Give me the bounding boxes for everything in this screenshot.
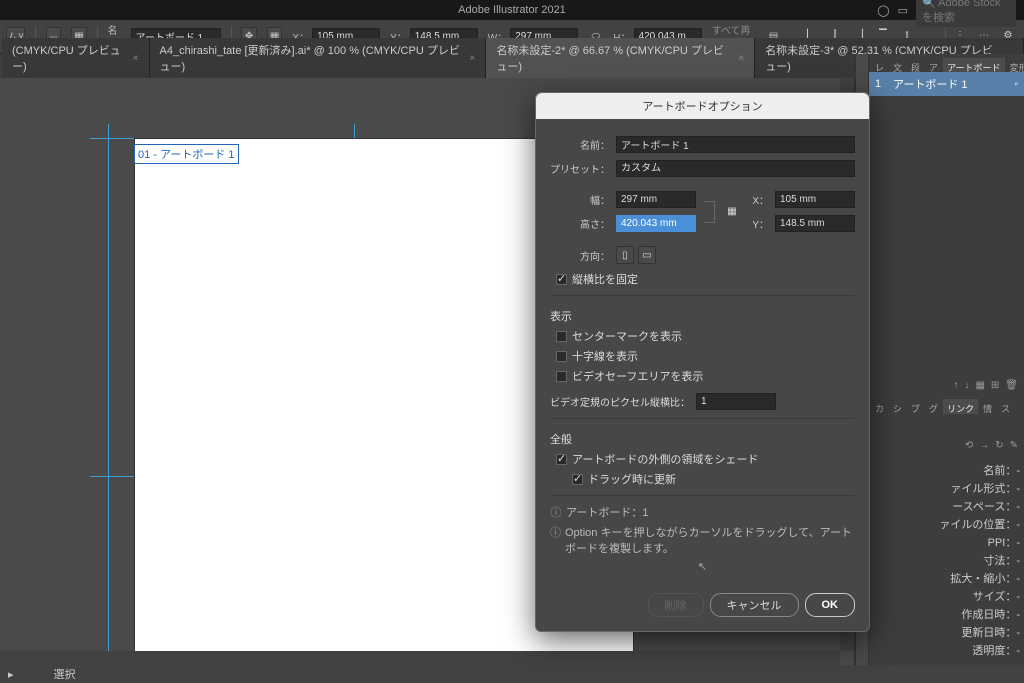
- move-up-icon[interactable]: ↑: [953, 380, 958, 391]
- doc-tab-2[interactable]: 名称未設定-2* @ 66.67 % (CMYK/CPU プレビュー)×: [486, 38, 755, 78]
- video-safe-checkbox[interactable]: [556, 371, 567, 382]
- y-input[interactable]: [775, 215, 855, 232]
- panel-tab-char[interactable]: 文: [889, 58, 906, 72]
- move-down-icon[interactable]: ↓: [964, 380, 969, 391]
- reference-grid-icon[interactable]: ▦: [723, 202, 741, 222]
- cancel-button[interactable]: キャンセル: [710, 593, 799, 617]
- goto-icon[interactable]: →: [979, 440, 989, 451]
- arrange-icon[interactable]: ▭: [898, 4, 908, 17]
- panel-tab-brushes[interactable]: ブ: [907, 399, 924, 413]
- doc-tab-0[interactable]: (CMYK/CPU プレビュー)×: [2, 38, 150, 78]
- name-label: 名前：: [550, 137, 610, 152]
- panel-tab-appearance[interactable]: ア: [925, 58, 942, 72]
- status-selection: 選択: [54, 666, 76, 682]
- panel-tab-info[interactable]: 情: [979, 399, 996, 413]
- display-section-title: 表示: [550, 308, 855, 324]
- panel-tabs-top: レ 文 段 ア アートボード 変形: [869, 54, 1024, 72]
- update-drag-checkbox[interactable]: [572, 474, 583, 485]
- panel-tab-transform[interactable]: 変形: [1006, 58, 1024, 72]
- panel-tab-para[interactable]: 段: [907, 58, 924, 72]
- y-label: Y：: [749, 216, 769, 231]
- info-artboard-count: アートボード：1: [566, 504, 648, 520]
- links-panel-actions: ⟲ → ↻ ✎: [869, 436, 1024, 455]
- preset-label: プリセット：: [550, 161, 610, 176]
- pixel-ratio-label: ビデオ定規のピクセル縦横比：: [550, 394, 690, 409]
- x-input[interactable]: [775, 191, 855, 208]
- link-wh-icon[interactable]: [704, 201, 715, 223]
- zoom-indicator[interactable]: ▸: [8, 668, 14, 681]
- panel-tab-layers[interactable]: レ: [871, 58, 888, 72]
- titlebar-right: ◯ ▭ 🔍 Adobe Stock を検索: [877, 0, 1016, 27]
- cursor-icon: ↖: [550, 560, 855, 573]
- close-icon[interactable]: ×: [738, 53, 744, 64]
- ok-button[interactable]: OK: [805, 593, 856, 617]
- titlebar: Adobe Illustrator 2021 ◯ ▭ 🔍 Adobe Stock…: [0, 0, 1024, 20]
- artboard-options-icon[interactable]: ▫: [1014, 79, 1018, 90]
- height-label: 高さ：: [550, 216, 610, 231]
- artboard-row-index: 1: [875, 78, 885, 90]
- panel-tab-color[interactable]: カ: [871, 399, 888, 413]
- search-stock[interactable]: 🔍 Adobe Stock を検索: [916, 0, 1016, 27]
- link-properties: 名前：- ァイル形式：- ースペース：- ァイルの位置：- PPI：- 寸法：-…: [869, 455, 1024, 665]
- info-option-drag: Option キーを押しながらカーソルをドラッグして、アートボードを複製します。: [565, 524, 855, 556]
- center-mark-checkbox[interactable]: [556, 331, 567, 342]
- constrain-label: 縦横比を固定: [572, 271, 638, 287]
- pixel-ratio-input[interactable]: [696, 393, 776, 410]
- artboard-panel-actions: ↑ ↓ ▦ ⊞ 🗑: [869, 376, 1024, 395]
- constrain-checkbox[interactable]: [556, 274, 567, 285]
- height-input[interactable]: [616, 215, 696, 232]
- general-section-title: 全般: [550, 431, 855, 447]
- dialog-footer: 削除 キャンセル OK: [536, 583, 869, 631]
- crosshair-checkbox[interactable]: [556, 351, 567, 362]
- doc-tab-1[interactable]: A4_chirashi_tate [更新済み].ai* @ 100 % (CMY…: [150, 38, 487, 78]
- app-title: Adobe Illustrator 2021: [458, 4, 566, 16]
- width-label: 幅：: [550, 192, 610, 207]
- width-input[interactable]: [616, 191, 696, 208]
- landscape-icon[interactable]: ▭: [638, 246, 656, 264]
- edit-icon[interactable]: ✎: [1010, 440, 1018, 451]
- artboard-options-dialog: アートボードオプション 名前： プリセット： カスタム 幅： 高さ：: [535, 92, 870, 632]
- update-icon[interactable]: ↻: [995, 440, 1003, 451]
- artboards-panel: 1 アートボード 1 ▫ ↑ ↓ ▦ ⊞ 🗑: [869, 72, 1024, 395]
- orient-label: 方向：: [550, 248, 610, 263]
- panel-tab-swatches[interactable]: ス: [997, 399, 1014, 413]
- scrollbar-horizontal[interactable]: [0, 651, 840, 665]
- dialog-title: アートボードオプション: [536, 93, 869, 119]
- info-icon: ⓘ: [550, 504, 562, 520]
- name-input[interactable]: [616, 136, 855, 153]
- panel-tab-symbols[interactable]: シ: [889, 399, 906, 413]
- portrait-icon[interactable]: ▯: [616, 246, 634, 264]
- delete-artboard-icon[interactable]: 🗑: [1005, 380, 1018, 391]
- info-icon: ⓘ: [550, 524, 561, 540]
- preset-select[interactable]: カスタム: [616, 160, 855, 177]
- close-icon[interactable]: ×: [133, 53, 139, 64]
- right-panels: レ 文 段 ア アートボード 変形 1 アートボード 1 ▫ ↑ ↓ ▦ ⊞ 🗑…: [869, 54, 1024, 665]
- panel-tab-links[interactable]: リンク: [943, 399, 978, 413]
- rearrange-all-icon[interactable]: ▦: [975, 380, 984, 391]
- user-icon[interactable]: ◯: [877, 4, 889, 17]
- close-icon[interactable]: ×: [470, 53, 476, 64]
- artboard-label[interactable]: 01 - アートボード 1: [134, 144, 239, 164]
- status-bar: ▸ 選択: [0, 665, 1024, 683]
- delete-button: 削除: [648, 593, 704, 617]
- x-label: X：: [749, 192, 769, 207]
- panel-tab-gradient[interactable]: グ: [925, 399, 942, 413]
- relink-icon[interactable]: ⟲: [965, 440, 973, 451]
- new-artboard-icon[interactable]: ⊞: [991, 380, 999, 391]
- artboard-list-row[interactable]: 1 アートボード 1 ▫: [869, 72, 1024, 96]
- shade-checkbox[interactable]: [556, 454, 567, 465]
- panel-tab-artboards[interactable]: アートボード: [943, 58, 1004, 72]
- panel-tabs-bottom: カ シ ブ グ リンク 情 ス: [869, 395, 1024, 413]
- artboard-row-name: アートボード 1: [893, 76, 1006, 92]
